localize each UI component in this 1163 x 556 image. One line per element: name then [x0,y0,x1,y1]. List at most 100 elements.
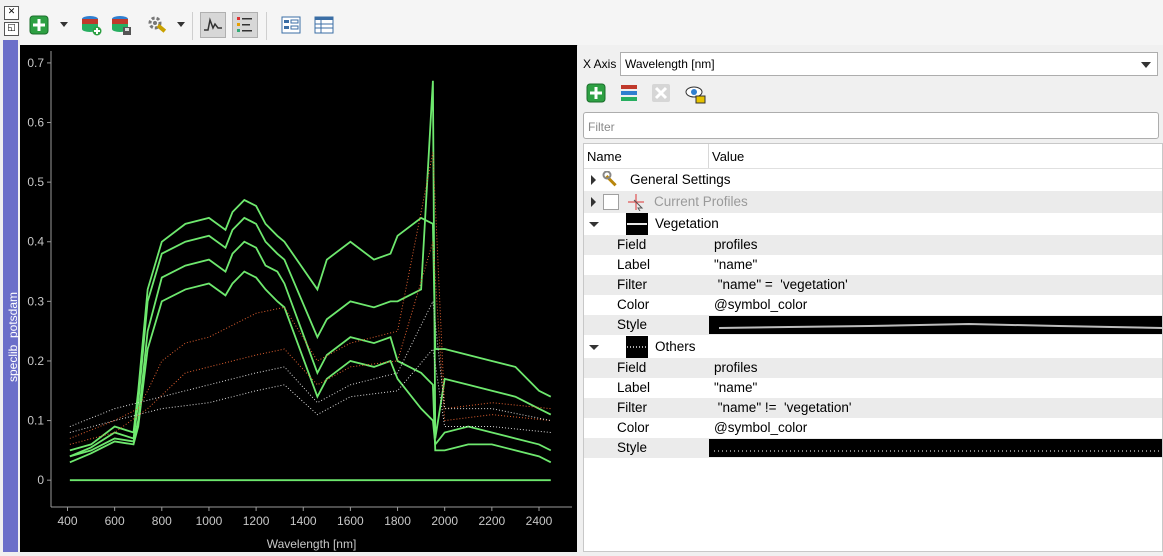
y-tick-label: 0 [37,473,44,487]
y-tick-label: 0.3 [27,294,44,308]
vegetation-label-row[interactable]: Label "name" [584,255,1162,275]
collapse-arrow-icon[interactable] [589,222,599,227]
plot-settings-icon [237,17,252,32]
wrench-icon [602,171,617,187]
table-view-button[interactable] [311,12,337,38]
column-header-name[interactable]: Name [587,149,622,164]
cursor-location-icon [628,194,644,211]
x-tick-label: 1200 [243,514,270,528]
tree-node-current-profiles[interactable]: Current Profiles [584,191,1162,213]
others-color-row[interactable]: Color @symbol_color [584,418,1162,438]
x-tick-label: 600 [105,514,125,528]
property-name: Style [617,440,648,455]
line-style-preview[interactable] [709,439,1163,457]
property-name: Color [617,420,650,435]
toggle-visibility-button[interactable] [684,83,706,105]
property-name: Style [617,317,648,332]
add-profile-layer-button[interactable] [619,83,641,105]
show-settings-button[interactable] [232,12,258,38]
tree-node-label: Current Profiles [654,194,748,209]
form-view-button[interactable] [278,12,304,38]
tools-button[interactable] [144,12,170,38]
others-label-row[interactable]: Label "name" [584,378,1162,398]
property-value[interactable]: @symbol_color [714,297,807,312]
current-profiles-checkbox[interactable] [603,194,619,210]
x-tick-label: 400 [57,514,77,528]
column-header-value[interactable]: Value [712,149,744,164]
column-divider[interactable] [708,144,709,168]
tree-header: Name Value [584,144,1162,169]
property-name: Label [617,257,651,272]
y-tick-label: 0.4 [27,235,44,249]
dock-side-bar: ✕ ◱ speclib_potsdam [0,0,20,556]
green-plus-icon [29,15,49,35]
x-tick-label: 1000 [196,514,223,528]
spectral-library-toolbar [20,0,1163,46]
others-style-row[interactable]: Style [584,438,1163,458]
tree-node-label: Vegetation [655,216,719,231]
expand-arrow-icon[interactable] [591,175,596,185]
y-tick-label: 0.5 [27,175,44,189]
tree-node-label: General Settings [630,172,731,187]
filter-field[interactable] [583,112,1159,139]
remove-visualization-button[interactable] [651,83,673,105]
eye-icon [685,86,706,104]
property-value[interactable]: profiles [714,360,758,375]
property-value[interactable]: profiles [714,237,758,252]
spectral-plot[interactable]: 0 0.1 0.2 0.3 0.4 0.5 0.6 0.7 400 600 800 1000 1200 1… [20,45,577,552]
x-tick-label: 2000 [431,514,458,528]
collapse-arrow-icon[interactable] [589,345,599,350]
save-layer-button[interactable] [108,12,134,38]
spectrum-line-icon [204,17,222,31]
visualization-tree[interactable]: Name Value General Settings Current Prof… [583,143,1163,552]
tree-node-label: Others [655,339,696,354]
others-filter-row[interactable]: Filter "name" != 'vegetation' [584,398,1162,418]
dock-title-bar[interactable]: speclib_potsdam [3,40,20,552]
property-value[interactable]: "name" != 'vegetation' [714,400,852,415]
property-value[interactable]: @symbol_color [714,420,807,435]
tree-node-others[interactable]: Others [584,335,1162,358]
database-add-icon [82,16,102,36]
x-tick-label: 1600 [337,514,364,528]
tree-node-vegetation[interactable]: Vegetation [584,213,1162,235]
database-save-icon [112,16,131,35]
x-tick-label: 1800 [384,514,411,528]
filter-input[interactable] [586,115,1150,139]
xaxis-label: X Axis [583,57,617,71]
property-name: Field [617,237,647,252]
property-value[interactable]: "name" [714,257,757,272]
x-tick-label: 2400 [526,514,553,528]
tools-menu-arrow[interactable] [177,22,185,27]
spectral-plot-svg[interactable]: 0 0.1 0.2 0.3 0.4 0.5 0.6 0.7 400 600 800 1000 1200 1… [20,45,577,552]
show-plot-button[interactable] [200,12,226,38]
property-value[interactable]: "name" = 'vegetation' [714,277,848,292]
x-tick-label: 800 [152,514,172,528]
visualization-settings-panel: X Axis Wavelength [nm] Name Value Genera… [578,45,1163,552]
property-value[interactable]: "name" [714,380,757,395]
y-tick-label: 0.6 [27,116,44,130]
add-profile-button[interactable] [26,12,52,38]
remove-icon [652,84,670,102]
spectrum-line-vegetation [69,198,552,452]
property-name: Filter [617,277,647,292]
float-dock-icon[interactable]: ◱ [4,22,19,36]
vegetation-field-row[interactable]: Field profiles [584,235,1162,255]
vegetation-filter-row[interactable]: Filter "name" = 'vegetation' [584,275,1162,295]
vegetation-color-row[interactable]: Color @symbol_color [584,295,1162,315]
expand-arrow-icon[interactable] [591,197,596,207]
x-tick-label: 2200 [478,514,505,528]
property-name: Filter [617,400,647,415]
vegetation-style-row[interactable]: Style [584,315,1163,335]
xaxis-unit-select[interactable]: Wavelength [nm] [620,52,1158,76]
others-field-row[interactable]: Field profiles [584,358,1162,378]
x-axis-title: Wavelength [nm] [267,537,357,551]
line-style-preview[interactable] [709,316,1163,334]
tree-node-general-settings[interactable]: General Settings [584,169,1162,191]
close-dock-icon[interactable]: ✕ [4,6,19,20]
add-profile-menu-arrow[interactable] [60,22,68,27]
y-tick-label: 0.2 [27,354,44,368]
add-layer-button[interactable] [78,12,104,38]
green-plus-icon [586,83,606,103]
add-visualization-button[interactable] [586,83,608,105]
property-name: Field [617,360,647,375]
